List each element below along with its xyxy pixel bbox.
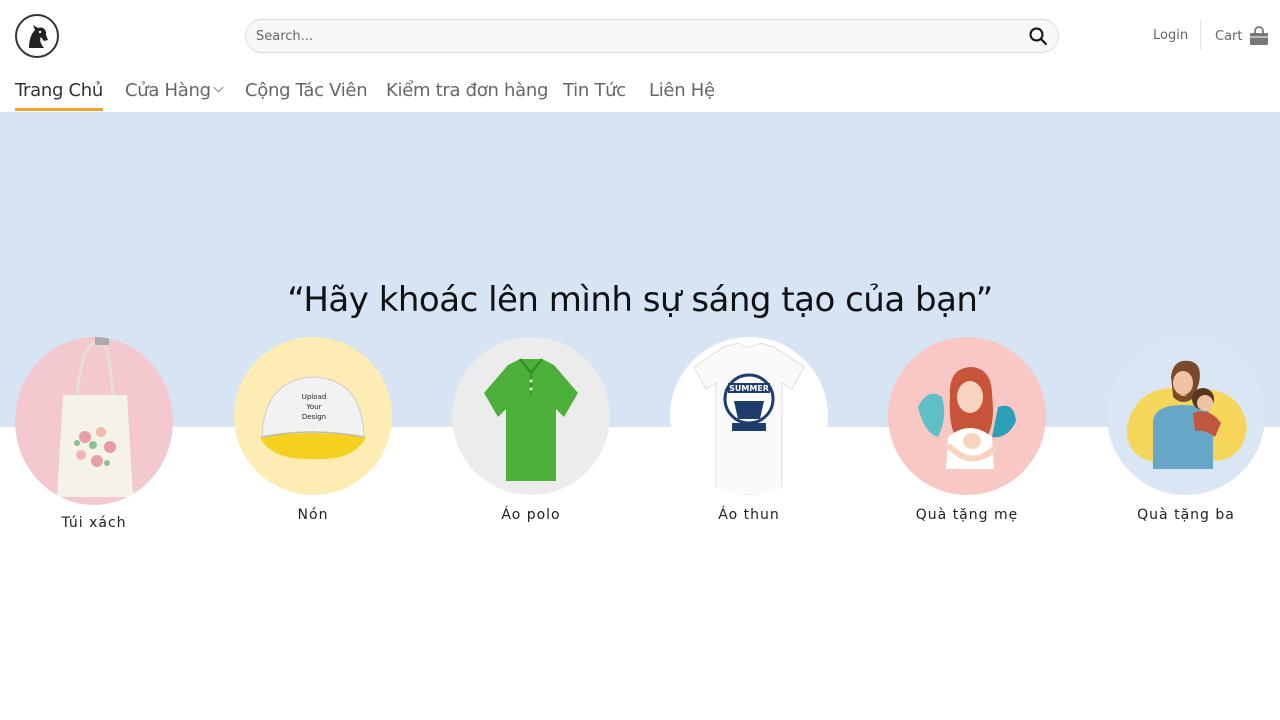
category-label: Áo polo bbox=[501, 507, 561, 523]
cap-icon: Upload Your Design bbox=[260, 376, 366, 460]
search-icon bbox=[1029, 27, 1048, 46]
cart-label: Cart bbox=[1215, 28, 1243, 44]
hero-banner bbox=[0, 112, 1280, 427]
login-link[interactable]: Login bbox=[1153, 28, 1188, 43]
nav-item-label: Liên Hệ bbox=[649, 80, 715, 101]
nav-item-label: Tin Tức bbox=[563, 80, 626, 101]
nav-item-label: Cửa Hàng bbox=[125, 80, 211, 101]
mother-child-icon bbox=[918, 367, 1016, 469]
category-label: Nón bbox=[297, 507, 329, 523]
category-cap[interactable]: Upload Your Design Nón bbox=[233, 337, 393, 523]
search-button[interactable] bbox=[1028, 26, 1050, 48]
nav-item-news[interactable]: Tin Tức bbox=[563, 80, 626, 110]
nav-item-label: Kiểm tra đơn hàng bbox=[386, 80, 549, 101]
svg-text:Your: Your bbox=[306, 403, 322, 411]
nav-item-order-check[interactable]: Kiểm tra đơn hàng bbox=[386, 80, 548, 110]
search-bar bbox=[245, 19, 1059, 53]
main-nav: Trang Chủ Cửa Hàng Cộng Tác Viên Kiểm tr… bbox=[0, 72, 1280, 112]
tshirt-image: SUMMER bbox=[670, 337, 828, 495]
svg-text:Upload: Upload bbox=[302, 393, 327, 401]
cart-link[interactable]: Cart bbox=[1215, 26, 1270, 46]
category-label: Quà tặng ba bbox=[1137, 507, 1235, 523]
nav-item-home[interactable]: Trang Chủ bbox=[15, 80, 104, 111]
active-underline bbox=[15, 108, 104, 111]
gift-mom-image bbox=[888, 337, 1046, 495]
category-label: Quà tặng mẹ bbox=[915, 507, 1019, 523]
horse-logo-icon bbox=[29, 25, 48, 48]
site-header: Login Cart bbox=[0, 0, 1280, 72]
shopping-bag-icon bbox=[1249, 26, 1268, 45]
tshirt-icon: SUMMER bbox=[693, 342, 805, 495]
category-tote-bag[interactable]: Túi xách bbox=[14, 337, 174, 531]
tote-bag-image bbox=[15, 337, 173, 505]
category-tshirt[interactable]: SUMMER Áo thun bbox=[669, 337, 829, 523]
cap-image: Upload Your Design bbox=[234, 337, 392, 495]
father-child-icon bbox=[1126, 360, 1247, 469]
polo-shirt-icon bbox=[484, 358, 578, 481]
gift-dad-image bbox=[1107, 337, 1265, 495]
tote-bag-icon bbox=[57, 337, 133, 497]
category-label: Áo thun bbox=[718, 507, 780, 523]
category-label: Túi xách bbox=[61, 515, 127, 531]
svg-text:SUMMER: SUMMER bbox=[729, 384, 769, 393]
nav-item-collaborator[interactable]: Cộng Tác Viên bbox=[245, 80, 368, 110]
header-divider bbox=[1200, 20, 1201, 50]
banner-tagline: “Hãy khoác lên mình sự sáng tạo của bạn” bbox=[287, 280, 993, 320]
nav-item-label: Cộng Tác Viên bbox=[245, 80, 368, 101]
category-gift-dad[interactable]: Quà tặng ba bbox=[1106, 337, 1266, 523]
chevron-down-icon bbox=[213, 82, 224, 93]
search-input[interactable] bbox=[256, 20, 1016, 52]
nav-item-shop[interactable]: Cửa Hàng bbox=[125, 80, 224, 110]
polo-image bbox=[452, 337, 610, 495]
category-gift-mom[interactable]: Quà tặng mẹ bbox=[887, 337, 1047, 523]
nav-item-contact[interactable]: Liên Hệ bbox=[649, 80, 715, 110]
category-polo[interactable]: Áo polo bbox=[451, 337, 611, 523]
logo[interactable] bbox=[15, 14, 59, 58]
nav-item-label: Trang Chủ bbox=[15, 80, 104, 101]
svg-text:Design: Design bbox=[302, 413, 326, 421]
